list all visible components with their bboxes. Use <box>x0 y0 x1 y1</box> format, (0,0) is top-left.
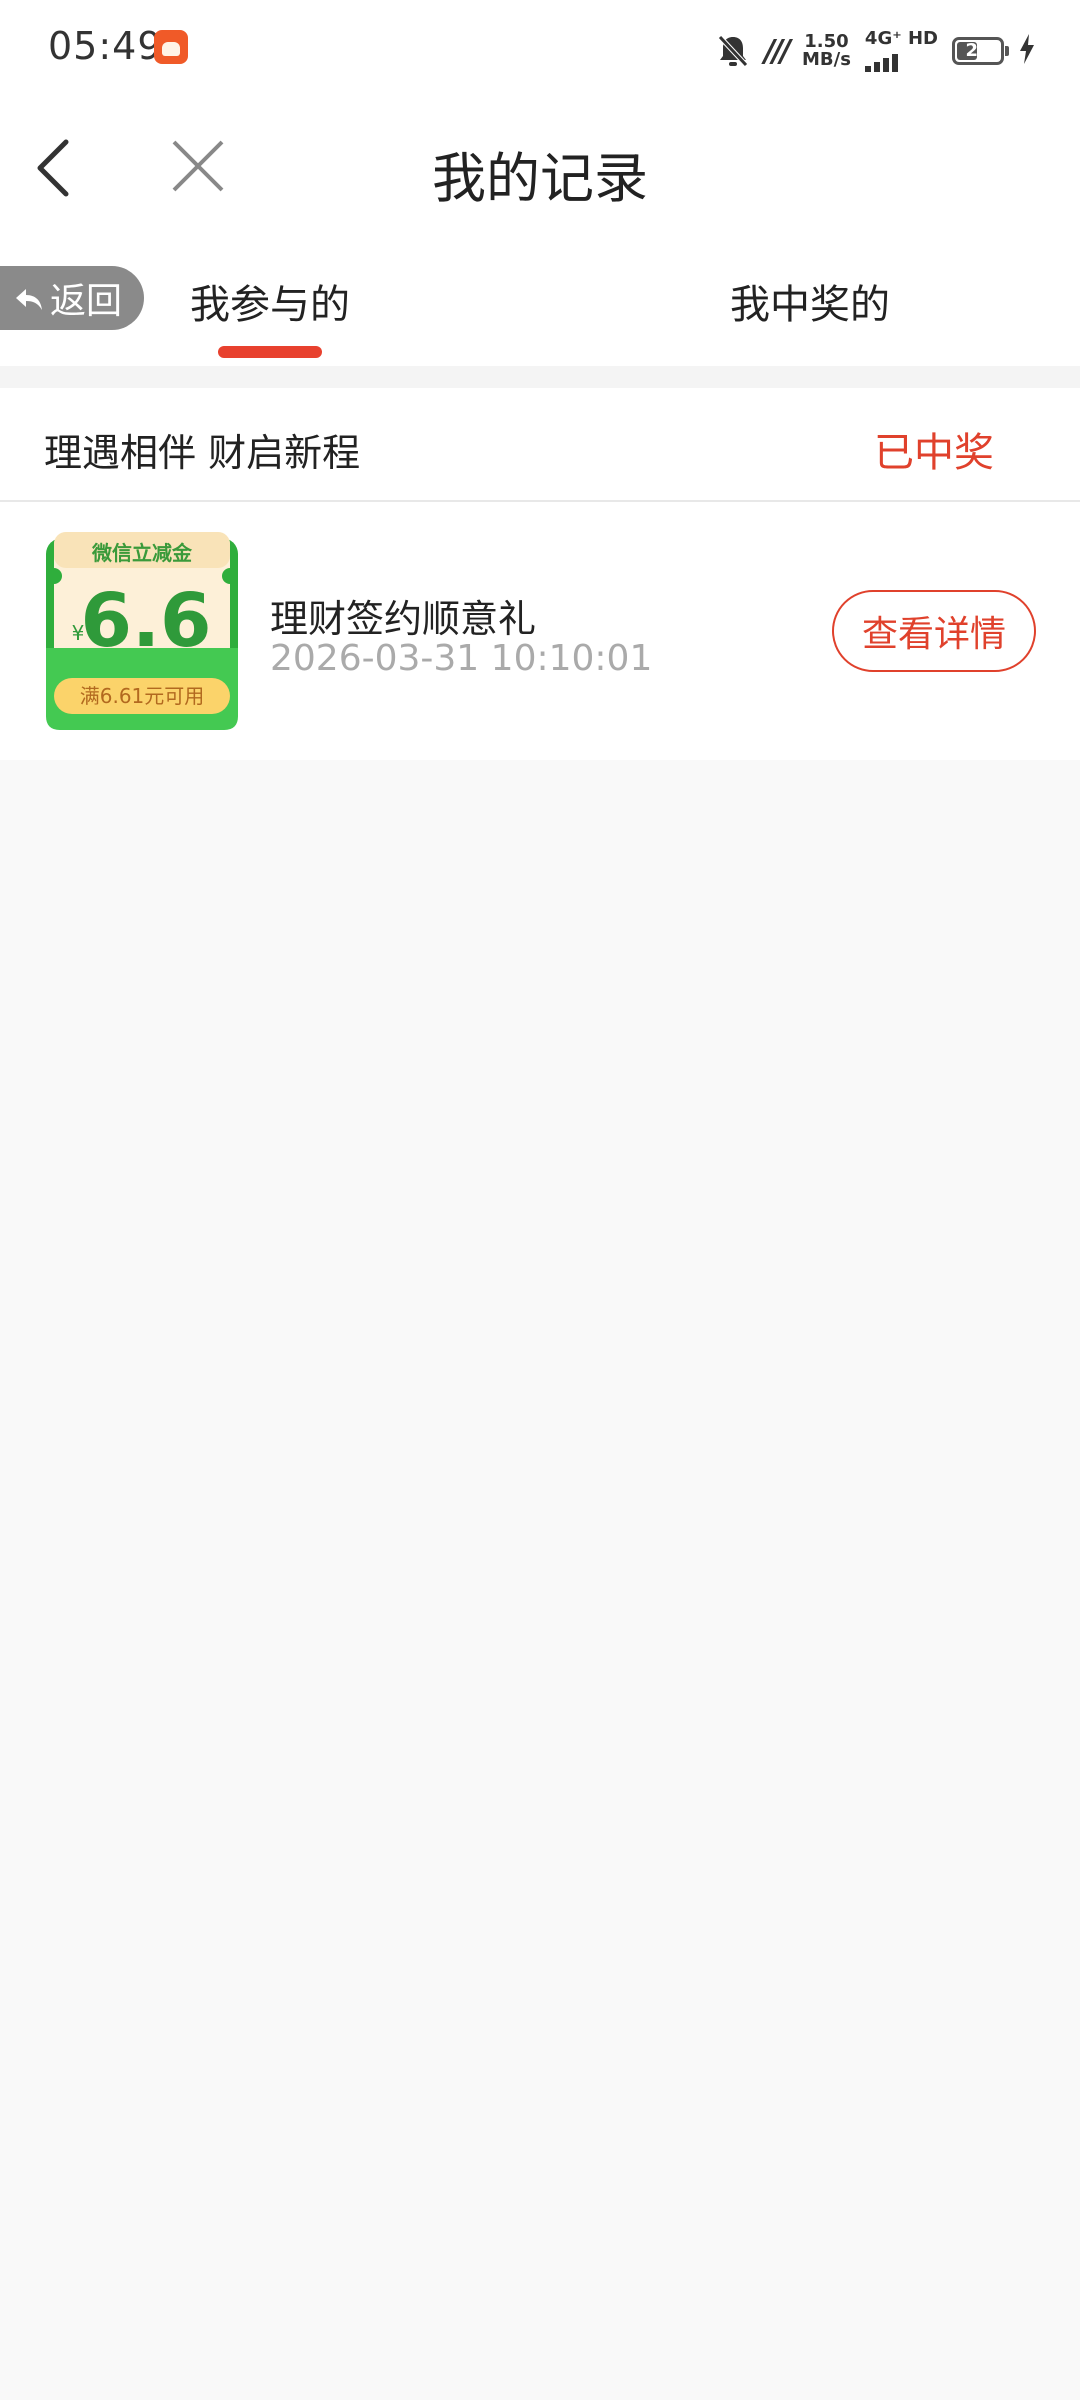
bell-muted-icon <box>716 33 750 69</box>
status-icons: /// 1.50 MB/s 4G⁺ HD 27 <box>716 28 1036 74</box>
campaign-header: 理遇相伴 财启新程 已中奖 <box>0 388 1080 502</box>
voucher-condition: 满6.61元可用 <box>80 684 205 708</box>
return-label: 返回 <box>50 281 123 322</box>
campaign-name: 理遇相伴 财启新程 <box>44 431 361 475</box>
view-details-button[interactable]: 查看详情 <box>832 590 1036 672</box>
voucher-amount: 6.6 <box>80 578 211 664</box>
network-indicator: 4G⁺ HD <box>864 28 938 72</box>
record-tabs: 返回 我参与的 我中奖的 <box>0 236 1080 366</box>
navigation-bar: 我的记录 <box>0 100 1080 236</box>
charging-icon <box>1018 34 1036 68</box>
carrier-logo-icon: /// <box>764 33 791 69</box>
status-time: 05:49 <box>48 24 163 68</box>
record-time: 2026-03-31 10:10:01 <box>270 638 653 679</box>
return-arrow-icon <box>14 283 44 313</box>
record-title: 理财签约顺意礼 <box>270 597 537 641</box>
signal-strength-icon <box>864 48 938 72</box>
campaign-status-badge: 已中奖 <box>874 430 994 476</box>
section-divider <box>0 366 1080 388</box>
tab-participated[interactable]: 我参与的 <box>190 272 350 330</box>
page-title: 我的记录 <box>432 147 648 210</box>
record-item: 微信立减金 ¥ 6.6 满6.61元可用 理财签约顺意礼 2026-03-31 … <box>0 502 1080 760</box>
voucher-header: 微信立减金 <box>91 541 193 565</box>
network-speed: 1.50 MB/s <box>802 33 851 69</box>
speed-unit: MB/s <box>802 49 851 70</box>
network-type: 4G⁺ HD <box>864 28 938 49</box>
battery-icon: 27 <box>952 37 1009 65</box>
battery-level: 27 <box>965 40 991 61</box>
return-button[interactable]: 返回 <box>0 266 144 330</box>
voucher-image: 微信立减金 ¥ 6.6 满6.61元可用 <box>42 530 242 734</box>
active-tab-indicator <box>218 346 322 358</box>
status-bar: 05:49 /// 1.50 MB/s 4G⁺ HD 27 <box>0 0 1080 100</box>
app-notification-icon <box>154 30 188 64</box>
tab-won[interactable]: 我中奖的 <box>730 272 890 330</box>
